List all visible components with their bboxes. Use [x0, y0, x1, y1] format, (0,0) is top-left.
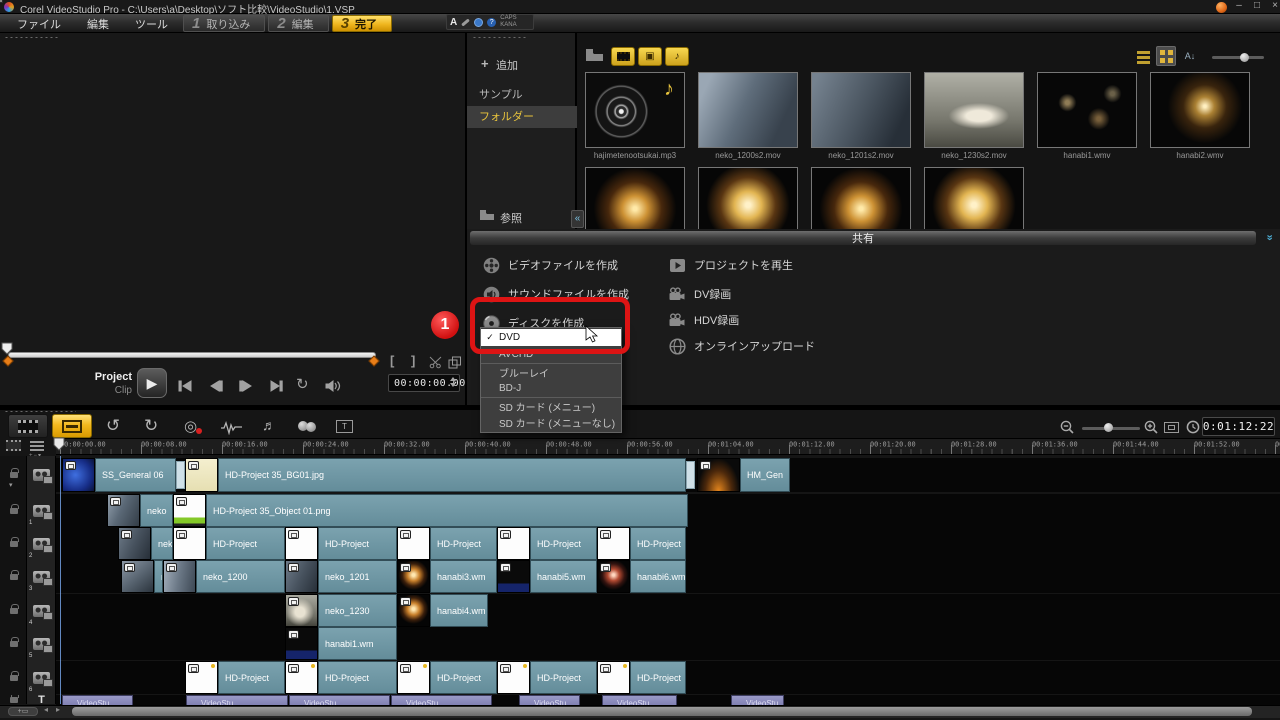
- track-header: 3: [0, 560, 56, 593]
- lock-icon: [10, 508, 18, 514]
- lock-icon: [10, 608, 18, 614]
- track-type-button[interactable]: 1: [27, 494, 56, 527]
- video-track-icon: [33, 571, 50, 583]
- disc-menu-item-bd-j[interactable]: BD-J: [481, 380, 621, 397]
- video-file-icon: [482, 257, 500, 274]
- disc-menu-label: BD-J: [499, 383, 521, 394]
- play-project-icon: [668, 258, 686, 273]
- disc-menu-item-blu-ray[interactable]: ブルーレイ: [481, 363, 621, 380]
- track-header: 6: [0, 661, 56, 694]
- track-type-button[interactable]: 4: [27, 594, 56, 627]
- mouse-cursor: [585, 325, 599, 343]
- create-video-file[interactable]: ビデオファイルを作成: [482, 256, 618, 274]
- track-header: 2: [0, 527, 56, 560]
- timeline-playhead-marker[interactable]: [53, 437, 66, 452]
- hdv-recording[interactable]: HDV録画: [668, 311, 739, 329]
- disc-menu-item-sd-card-no-menu[interactable]: SD カード (メニューなし): [481, 414, 621, 431]
- share-action-label: HDV録画: [694, 312, 739, 328]
- play-project[interactable]: プロジェクトを再生: [668, 256, 793, 274]
- track-lock-button[interactable]: [0, 527, 27, 560]
- track-number: 1: [29, 520, 32, 526]
- video-track-icon: [33, 638, 50, 650]
- video-track-icon: [33, 505, 50, 517]
- lock-icon: [10, 574, 18, 580]
- track-number: 4: [29, 620, 32, 626]
- video-track-icon: [33, 605, 50, 617]
- annotation-highlight-box: [470, 297, 630, 354]
- track-number: 5: [29, 653, 32, 659]
- track-lock-button[interactable]: [0, 661, 27, 694]
- timeline-hscroll-thumb[interactable]: [72, 707, 1252, 716]
- share-action-label: ビデオファイルを作成: [508, 257, 618, 273]
- track-header: 1: [0, 494, 56, 527]
- disc-menu-item-sd-card-menu[interactable]: SD カード (メニュー): [481, 397, 621, 414]
- share-action-label: プロジェクトを再生: [694, 257, 793, 273]
- video-track-icon: [33, 469, 50, 481]
- track-type-button[interactable]: 5: [27, 627, 56, 660]
- track-type-button[interactable]: [27, 458, 56, 492]
- videostudio-app: Corel VideoStudio Pro - C:\Users\a\Deskt…: [0, 0, 1280, 720]
- lock-icon: [10, 641, 18, 647]
- annotation-step-badge: 1: [431, 311, 459, 339]
- share-action-label: DV録画: [694, 286, 731, 302]
- track-type-button[interactable]: T: [27, 695, 56, 705]
- track-number: 3: [29, 586, 32, 592]
- track-lock-button[interactable]: [0, 627, 27, 660]
- lock-icon: [10, 697, 18, 703]
- lock-icon: [10, 541, 18, 547]
- scroll-right-arrow[interactable]: ▸: [56, 705, 60, 714]
- track-header: 4: [0, 594, 56, 627]
- track-lock-button[interactable]: [0, 494, 27, 527]
- online-upload[interactable]: オンラインアップロード: [668, 337, 815, 355]
- playhead-line: [60, 456, 61, 704]
- track-type-button[interactable]: 6: [27, 661, 56, 694]
- scroll-left-arrow[interactable]: ◂: [44, 705, 48, 714]
- track-header: ▾: [0, 458, 56, 492]
- track-number: 2: [29, 553, 32, 559]
- video-track-icon: [33, 538, 50, 550]
- video-track-icon: [33, 672, 50, 684]
- disc-menu-label: SD カード (メニューなし): [499, 415, 615, 430]
- share-action-label: オンラインアップロード: [694, 338, 815, 354]
- track-lock-button[interactable]: [0, 458, 27, 492]
- dv-recording[interactable]: DV録画: [668, 285, 731, 303]
- track-type-button[interactable]: 2: [27, 527, 56, 560]
- track-lock-button[interactable]: [0, 594, 27, 627]
- track-lock-button[interactable]: [0, 560, 27, 593]
- hdv-cam-icon: [668, 313, 686, 327]
- expand-caret-icon[interactable]: ▾: [9, 481, 13, 489]
- share-actions-right: プロジェクトを再生 DV録画 HDV録画オンラインアップロード: [668, 229, 928, 369]
- disc-menu-label: SD カード (メニュー): [499, 399, 595, 414]
- upload-globe-icon: [668, 338, 686, 355]
- lock-icon: [10, 472, 18, 478]
- track-lock-button[interactable]: [0, 695, 27, 705]
- expand-section-icon[interactable]: »: [1262, 229, 1277, 247]
- track-number: 6: [29, 687, 32, 693]
- dv-cam-icon: [668, 287, 686, 301]
- disc-menu-label: ブルーレイ: [499, 365, 549, 380]
- track-type-button[interactable]: 3: [27, 560, 56, 593]
- timeline-fit-button[interactable]: +▭: [8, 707, 38, 716]
- track-header: T: [0, 695, 56, 705]
- lock-icon: [10, 675, 18, 681]
- title-track-icon: T: [38, 695, 45, 705]
- track-header: 5: [0, 627, 56, 660]
